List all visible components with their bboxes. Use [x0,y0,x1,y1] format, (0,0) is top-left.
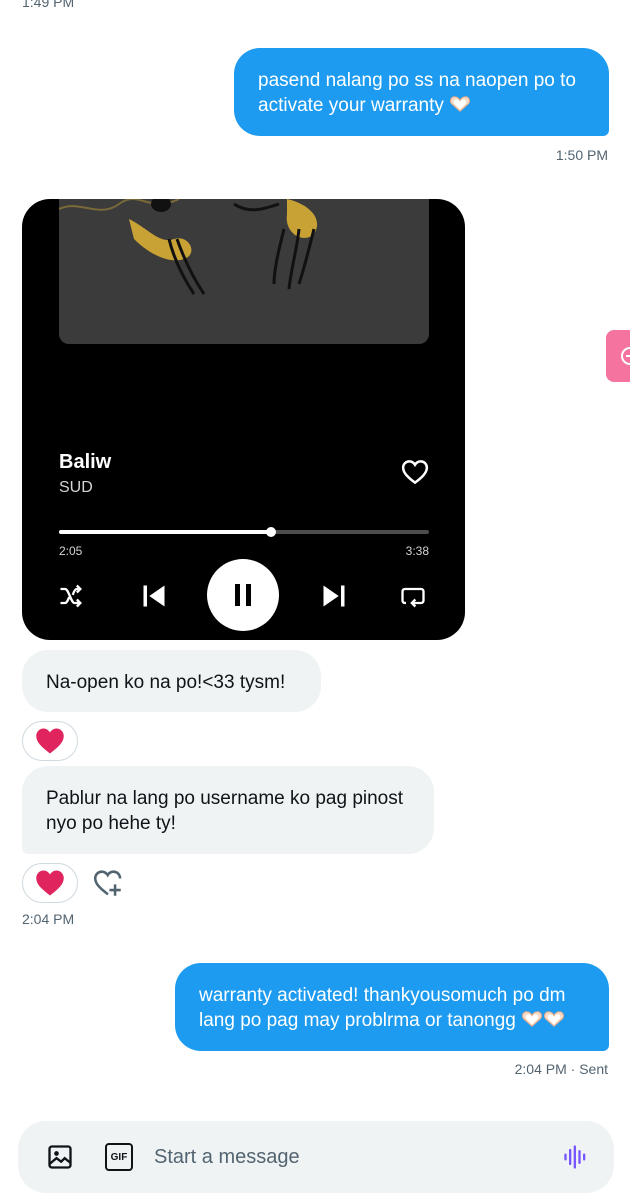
image-icon[interactable] [46,1143,74,1171]
message-timestamp: 1:50 PM [555,147,608,163]
repeat-button[interactable] [398,581,428,611]
next-button[interactable] [316,579,352,613]
message-text: pasend nalang po ss na naopen po to acti… [258,70,576,116]
red-heart-icon [36,728,64,754]
incoming-message[interactable]: Pablur na lang po username ko pag pinost… [22,766,434,854]
message-text: warranty activated! thankyousomuch po dm… [199,985,566,1031]
incoming-message[interactable]: Na-open ko na po!<33 tysm! [22,650,321,712]
track-artist: SUD [59,479,93,496]
voice-icon[interactable] [562,1143,590,1171]
heart-hands-emoji [544,1011,565,1027]
message-timestamp: 2:04 PM · Sent [514,1061,608,1077]
earlier-timestamp: 1:49 PM [22,0,75,10]
progress-fill [59,530,272,534]
pause-button[interactable] [207,559,279,631]
message-text: Na-open ko na po!<33 tysm! [46,672,286,693]
message-input[interactable] [154,1141,534,1173]
heart-hands-emoji [450,96,471,112]
shuffle-button[interactable] [56,581,86,611]
progress-knob[interactable] [266,527,277,537]
add-icon [621,347,630,365]
message-timestamp: 2:04 PM [22,911,75,927]
repeat-icon [401,587,425,608]
message-composer: GIF [18,1121,614,1193]
album-artwork [59,199,429,344]
music-card[interactable]: Baliw SUD 2:05 3:38 [22,199,465,640]
skip-previous-icon [143,585,165,607]
reaction-badge[interactable] [22,721,78,761]
red-heart-icon [36,870,64,896]
add-reaction-icon[interactable] [91,866,125,900]
previous-button[interactable] [136,579,172,613]
heart-hands-emoji [522,1011,543,1027]
outgoing-message[interactable]: warranty activated! thankyousomuch po dm… [175,963,609,1051]
gif-label: GIF [110,1151,128,1163]
heart-outline-icon[interactable] [400,457,430,487]
total-time: 3:38 [405,544,429,558]
track-title: Baliw [59,451,112,473]
skip-next-icon [323,585,345,607]
message-text: Pablur na lang po username ko pag pinost… [46,788,404,834]
side-floating-tab[interactable] [606,330,630,382]
shuffle-icon [60,584,82,608]
elapsed-time: 2:05 [59,544,83,558]
pause-icon [235,584,251,606]
gif-icon[interactable]: GIF [105,1143,133,1171]
progress-bar[interactable] [59,527,429,537]
outgoing-message[interactable]: pasend nalang po ss na naopen po to acti… [234,48,609,136]
reaction-badge[interactable] [22,863,78,903]
